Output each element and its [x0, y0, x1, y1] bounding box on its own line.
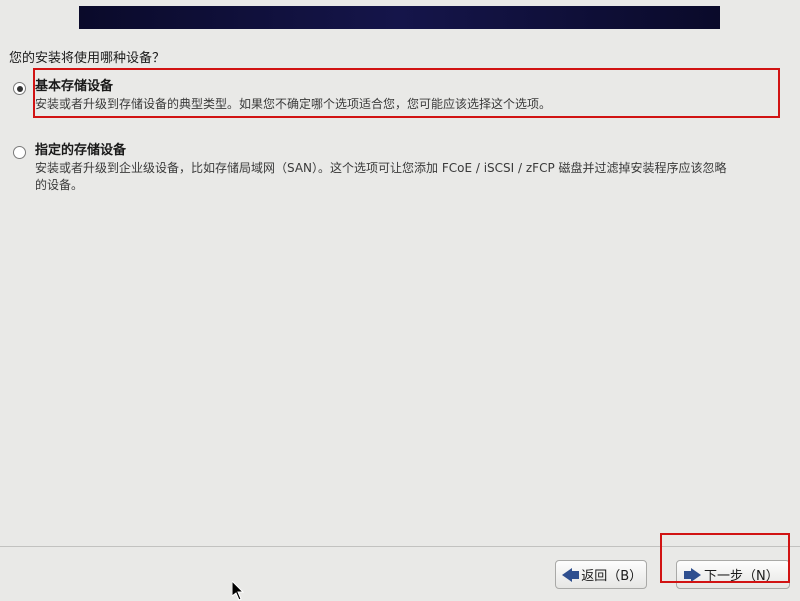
- option-desc: 安装或者升级到企业级设备，比如存储局域网（SAN）。这个选项可让您添加 FCoE…: [35, 160, 735, 194]
- next-button[interactable]: 下一步（N）: [676, 560, 790, 589]
- next-button-label: 下一步（N）: [704, 565, 779, 584]
- arrow-left-icon: [562, 568, 578, 582]
- option-basic-storage[interactable]: 基本存储设备 安装或者升级到存储设备的典型类型。如果您不确定哪个选项适合您，您可…: [13, 68, 780, 118]
- option-body: 基本存储设备 安装或者升级到存储设备的典型类型。如果您不确定哪个选项适合您，您可…: [33, 68, 780, 118]
- arrow-right-icon: [683, 568, 701, 582]
- option-title: 基本存储设备: [35, 75, 774, 94]
- back-button[interactable]: 返回（B）: [555, 560, 647, 589]
- option-desc: 安装或者升级到存储设备的典型类型。如果您不确定哪个选项适合您，您可能应该选择这个…: [35, 96, 735, 113]
- page-prompt: 您的安装将使用哪种设备？: [9, 47, 165, 66]
- radio-specialized-storage[interactable]: [13, 146, 26, 159]
- radio-basic-storage[interactable]: [13, 82, 26, 95]
- footer-bar: 返回（B） 下一步（N）: [0, 546, 800, 600]
- back-button-label: 返回（B）: [581, 565, 636, 584]
- header-banner: [79, 6, 720, 29]
- option-title: 指定的存储设备: [35, 139, 774, 158]
- option-body: 指定的存储设备 安装或者升级到企业级设备，比如存储局域网（SAN）。这个选项可让…: [33, 132, 780, 199]
- storage-options: 基本存储设备 安装或者升级到存储设备的典型类型。如果您不确定哪个选项适合您，您可…: [13, 68, 780, 212]
- option-specialized-storage[interactable]: 指定的存储设备 安装或者升级到企业级设备，比如存储局域网（SAN）。这个选项可让…: [13, 132, 780, 199]
